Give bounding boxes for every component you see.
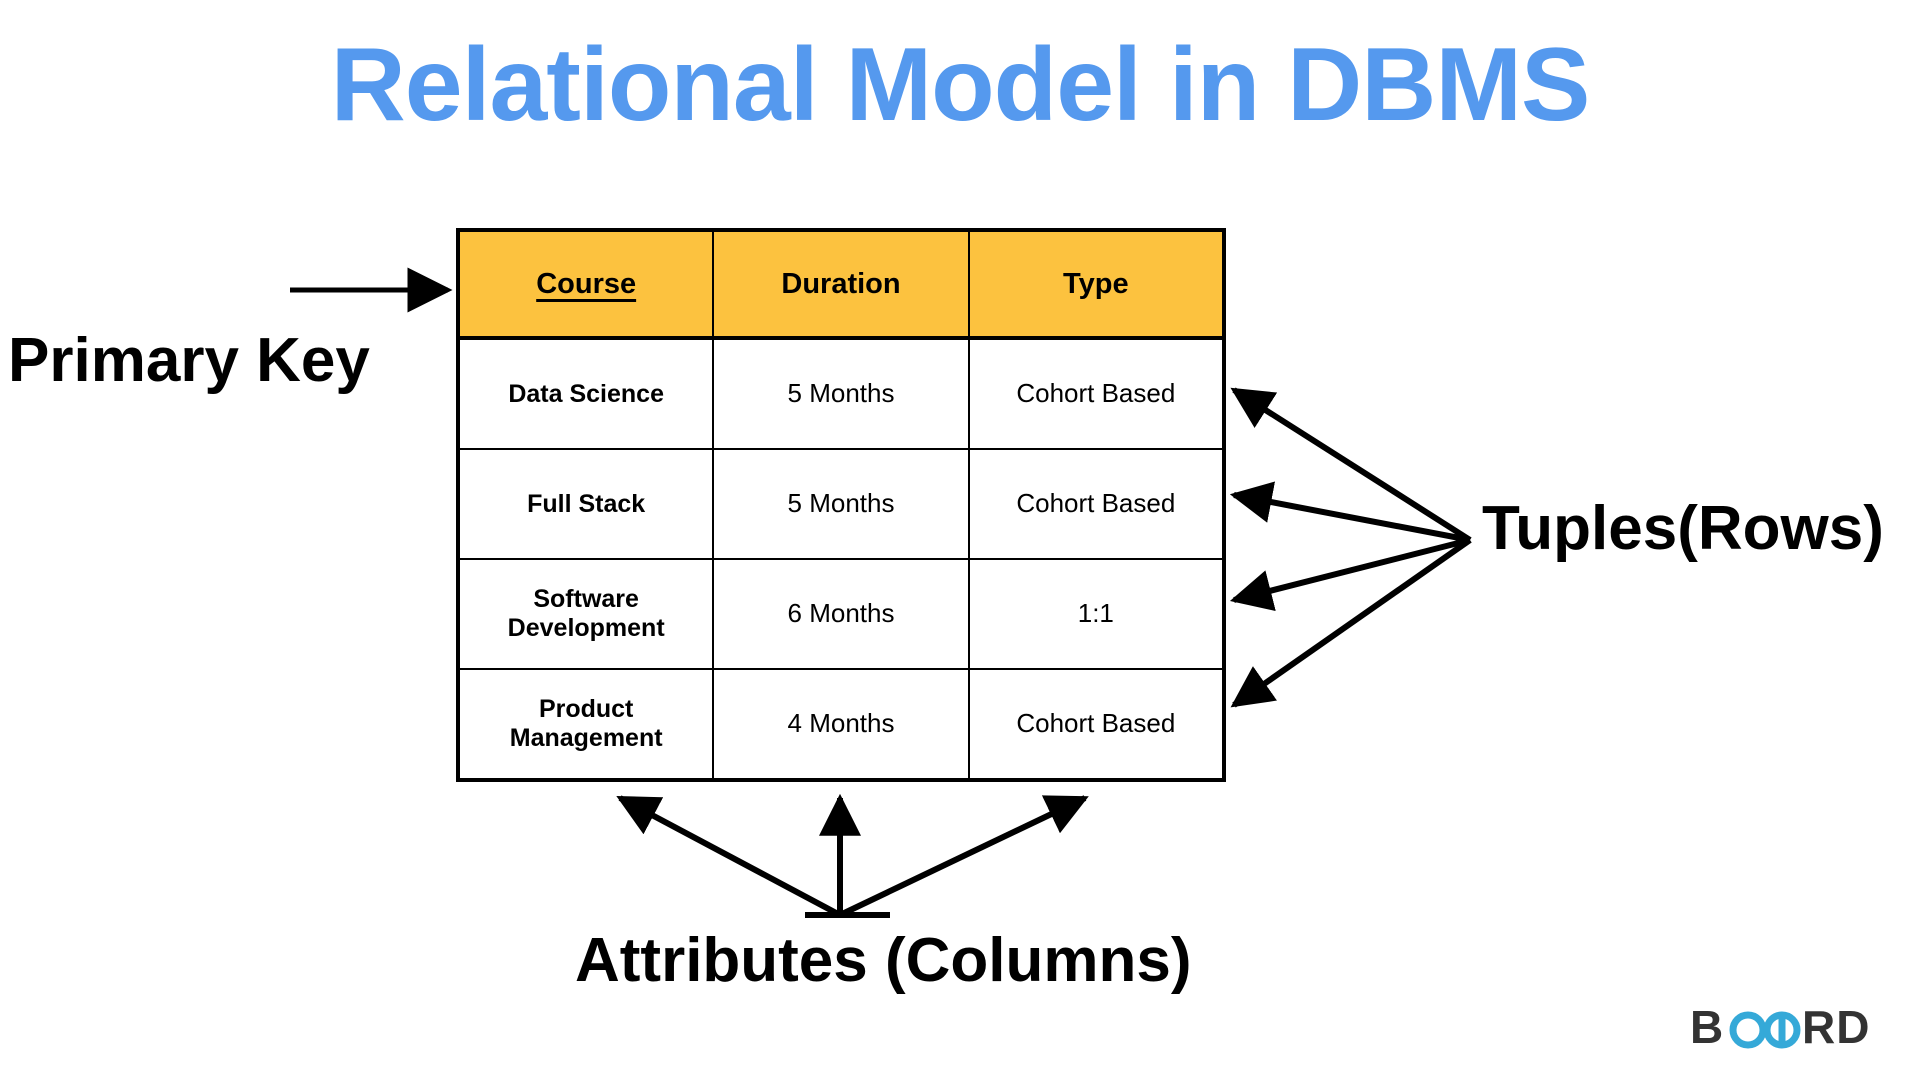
attribute-arrow-course bbox=[616, 795, 842, 918]
logo-infinity-icon bbox=[1729, 1011, 1801, 1049]
page-title: Relational Model in DBMS bbox=[330, 27, 1591, 143]
cell-type: Cohort Based bbox=[967, 337, 1227, 450]
cell-duration: 4 Months bbox=[712, 668, 970, 782]
board-logo: B RD bbox=[1690, 1000, 1890, 1056]
cell-duration: 6 Months bbox=[712, 558, 970, 670]
table-header-row: Course Duration Type bbox=[455, 228, 1227, 340]
cell-duration: 5 Months bbox=[712, 337, 970, 450]
column-header-type: Type bbox=[967, 228, 1227, 340]
primary-key-annotation: Primary Key bbox=[8, 326, 370, 395]
tuple-arrow-row-1 bbox=[1230, 387, 1472, 543]
table-row: Software Development 6 Months 1:1 bbox=[455, 558, 1227, 670]
primary-key-column-label: Course bbox=[536, 267, 637, 300]
attributes-annotation: Attributes (Columns) bbox=[575, 926, 1192, 995]
attribute-arrow-type bbox=[838, 795, 1089, 918]
cell-duration: 5 Months bbox=[712, 448, 970, 560]
cell-course: Product Management bbox=[455, 668, 715, 782]
tuple-arrow-row-3 bbox=[1229, 537, 1471, 612]
cell-course: Data Science bbox=[455, 337, 715, 450]
cell-type: Cohort Based bbox=[967, 668, 1227, 782]
table-row: Data Science 5 Months Cohort Based bbox=[455, 337, 1227, 450]
tuple-arrow-row-4 bbox=[1230, 537, 1472, 708]
logo-text-b: B bbox=[1690, 1001, 1724, 1053]
cell-type: 1:1 bbox=[967, 558, 1227, 670]
board-logo-mark: B RD bbox=[1690, 1001, 1870, 1053]
table-header: Course Duration Type bbox=[455, 228, 1227, 340]
tuples-annotation: Tuples(Rows) bbox=[1482, 494, 1884, 563]
table-body: Data Science 5 Months Cohort Based Full … bbox=[455, 337, 1227, 782]
table-row: Product Management 4 Months Cohort Based bbox=[455, 668, 1227, 782]
column-header-course: Course bbox=[455, 228, 715, 340]
relation-table: Course Duration Type Data Science 5 Mont… bbox=[455, 228, 1227, 782]
logo-text-rd: RD bbox=[1802, 1001, 1870, 1053]
cell-course: Full Stack bbox=[455, 448, 715, 560]
cell-type: Cohort Based bbox=[967, 448, 1227, 560]
table-row: Full Stack 5 Months Cohort Based bbox=[455, 448, 1227, 560]
column-header-duration: Duration bbox=[712, 228, 970, 340]
tuple-arrow-row-2 bbox=[1229, 481, 1471, 543]
cell-course: Software Development bbox=[455, 558, 715, 670]
